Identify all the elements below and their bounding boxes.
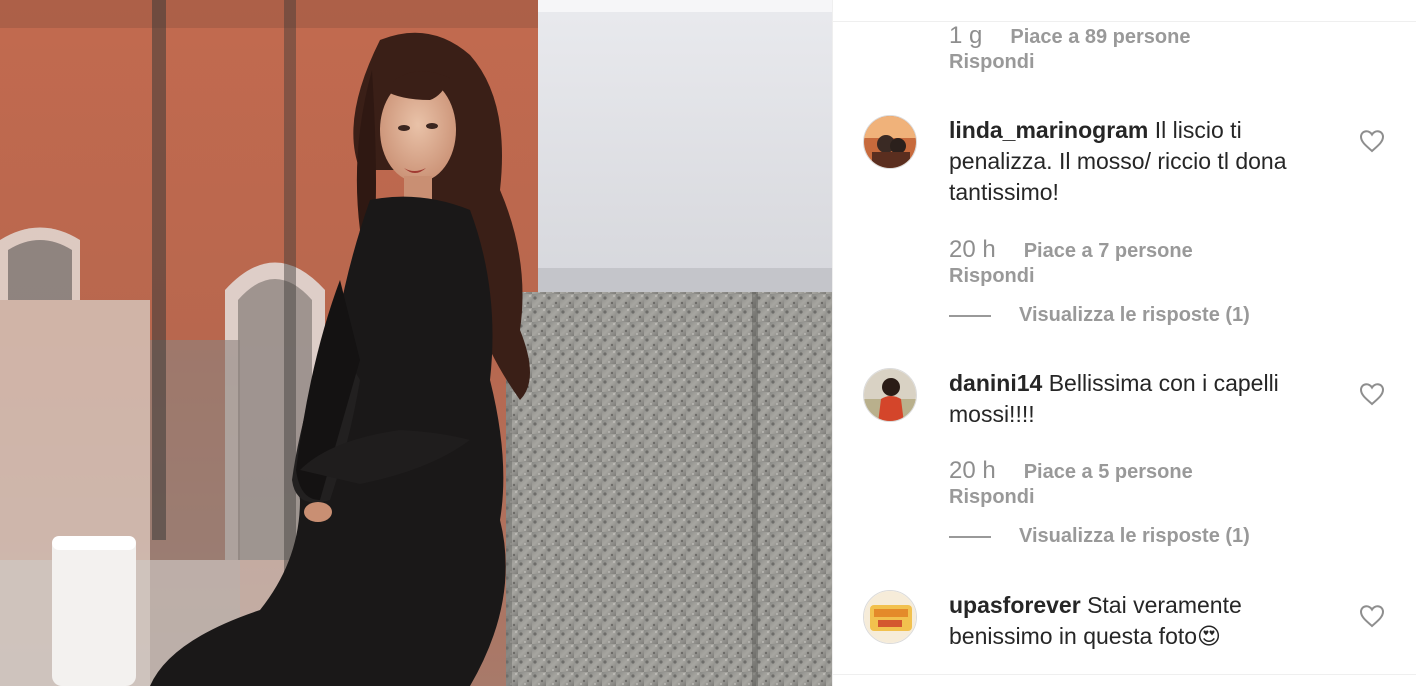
comment-text-block: upasforever Stai veramente benissimo in … [949,590,1327,652]
reply-button[interactable]: Rispondi [949,486,1035,509]
comment-username[interactable]: upasforever [949,592,1081,618]
divider [949,314,991,317]
heart-outline-icon[interactable] [1359,382,1385,406]
comment-timestamp: 1 g [949,22,983,49]
avatar[interactable] [863,368,917,422]
comment-meta: 20 h Piace a 5 persone [949,457,1193,485]
view-replies-button[interactable]: Visualizza le risposte (1) [949,525,1250,548]
post-photo[interactable] [0,0,832,686]
comment-meta: 1 g Piace a 89 persone [949,22,1190,50]
comment-text-block: linda_marinogram Il liscio ti penalizza.… [949,115,1327,208]
view-replies-label: Visualizza le risposte (1) [1019,304,1250,326]
view-replies-button[interactable]: Visualizza le risposte (1) [949,304,1250,327]
comment-meta: 20 h Piace a 7 persone [949,236,1193,264]
comment-likes-count[interactable]: Piace a 5 persone [1024,461,1193,484]
heart-outline-icon[interactable] [1359,129,1385,153]
avatar[interactable] [863,115,917,169]
comment-likes-count[interactable]: Piace a 89 persone [1010,26,1190,49]
divider [833,674,1416,675]
instagram-post-view: 1 g Piace a 89 persone Rispondi linda_ma… [0,0,1416,686]
heart-outline-icon[interactable] [1359,604,1385,628]
comment-text-block: danini14 Bellissima con i capelli mossi!… [949,368,1327,430]
comment-timestamp: 20 h [949,457,996,484]
comment-timestamp: 20 h [949,236,996,263]
comment-username[interactable]: danini14 [949,370,1042,396]
reply-button[interactable]: Rispondi [949,51,1035,74]
avatar[interactable] [863,590,917,644]
divider [949,535,991,538]
reply-button[interactable]: Rispondi [949,265,1035,288]
comment-username[interactable]: linda_marinogram [949,117,1148,143]
comments-panel[interactable]: 1 g Piace a 89 persone Rispondi linda_ma… [832,0,1416,686]
comment-likes-count[interactable]: Piace a 7 persone [1024,240,1193,263]
view-replies-label: Visualizza le risposte (1) [1019,525,1250,547]
